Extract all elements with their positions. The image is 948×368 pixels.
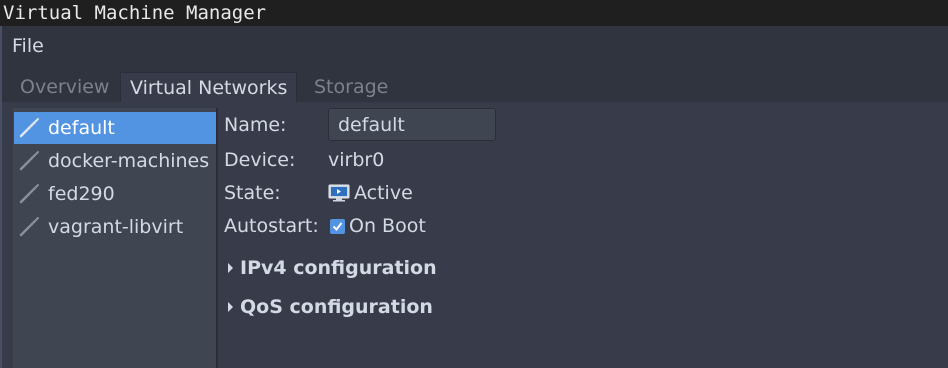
network-icon bbox=[19, 151, 39, 171]
tab-overview[interactable]: Overview bbox=[11, 72, 118, 102]
expander-arrow-icon bbox=[228, 302, 233, 312]
name-label: Name: bbox=[224, 114, 287, 136]
network-item-label: fed290 bbox=[48, 183, 115, 205]
ipv4-expander-label: IPv4 configuration bbox=[240, 257, 437, 279]
menu-file[interactable]: File bbox=[12, 26, 44, 64]
qos-expander[interactable]: QoS configuration bbox=[228, 292, 433, 322]
tab-strip: Overview Virtual Networks Storage bbox=[0, 64, 948, 103]
autostart-label: Autostart: bbox=[224, 215, 319, 237]
autostart-value: On Boot bbox=[349, 215, 426, 237]
network-item-default[interactable]: default bbox=[14, 112, 216, 144]
state-label: State: bbox=[224, 182, 281, 204]
state-value-group: Active bbox=[328, 177, 413, 209]
network-icon bbox=[19, 217, 39, 237]
virtual-networks-panel: default docker-machines fed290 vagrant-l… bbox=[0, 102, 948, 368]
tab-storage[interactable]: Storage bbox=[305, 72, 397, 102]
network-item-docker-machines[interactable]: docker-machines bbox=[14, 145, 216, 177]
network-item-label: docker-machines bbox=[48, 150, 210, 172]
network-item-label: vagrant-libvirt bbox=[48, 216, 184, 238]
qos-expander-label: QoS configuration bbox=[240, 296, 433, 318]
expander-arrow-icon bbox=[228, 263, 233, 273]
network-details: Name: Device: virbr0 State: Active Autos… bbox=[224, 102, 944, 368]
window-title: Virtual Machine Manager bbox=[3, 2, 267, 24]
network-list[interactable]: default docker-machines fed290 vagrant-l… bbox=[13, 108, 218, 368]
network-item-vagrant-libvirt[interactable]: vagrant-libvirt bbox=[14, 211, 216, 243]
monitor-icon bbox=[328, 184, 350, 202]
autostart-checkbox[interactable] bbox=[330, 218, 345, 234]
network-icon bbox=[19, 118, 39, 138]
virt-manager-window: Virtual Machine Manager File Overview Vi… bbox=[0, 0, 948, 368]
tab-virtual-networks[interactable]: Virtual Networks bbox=[120, 72, 298, 103]
network-item-fed290[interactable]: fed290 bbox=[14, 178, 216, 210]
name-field[interactable] bbox=[328, 108, 496, 141]
ipv4-expander[interactable]: IPv4 configuration bbox=[228, 253, 437, 283]
network-icon bbox=[19, 184, 39, 204]
menubar: File bbox=[0, 26, 948, 64]
network-item-label: default bbox=[48, 117, 115, 139]
device-value: virbr0 bbox=[328, 149, 385, 171]
device-label: Device: bbox=[224, 149, 296, 171]
autostart-checkbox-group[interactable]: On Boot bbox=[324, 210, 426, 242]
state-value: Active bbox=[354, 182, 413, 204]
checkmark-icon bbox=[332, 221, 343, 231]
window-titlebar[interactable]: Virtual Machine Manager bbox=[0, 0, 948, 26]
